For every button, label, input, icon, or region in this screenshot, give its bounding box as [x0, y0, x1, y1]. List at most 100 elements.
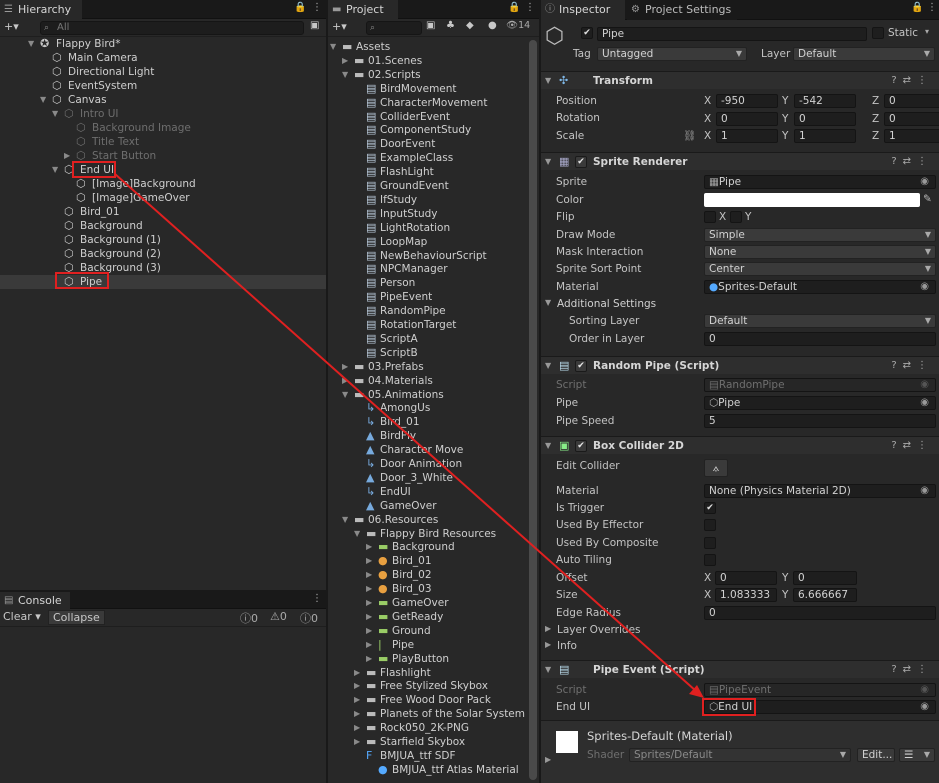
- warning-count[interactable]: ⚠0: [270, 610, 287, 623]
- object-name-field[interactable]: Pipe: [597, 27, 867, 41]
- tab-console[interactable]: ▤ Console: [0, 592, 70, 609]
- project-asset[interactable]: ▤ DoorEvent: [328, 137, 539, 151]
- size-x-field[interactable]: 1.083333: [715, 588, 777, 602]
- foldout-collapsed-icon[interactable]: ▶: [366, 596, 372, 610]
- project-folder[interactable]: ▶ ▬ Rock050_2K-PNG: [328, 721, 539, 735]
- rot-z-field[interactable]: 0: [884, 112, 939, 126]
- project-folder[interactable]: ▼ ▬ 02.Scripts: [328, 68, 539, 82]
- edit-shader-button[interactable]: Edit...: [857, 748, 895, 762]
- foldout-collapsed-icon[interactable]: ▶: [366, 652, 372, 666]
- foldout-expanded-icon[interactable]: ▼: [28, 37, 34, 51]
- component-controls[interactable]: ?⇄⋮: [891, 357, 933, 375]
- filter-icon[interactable]: ♣: [446, 20, 455, 31]
- component-controls[interactable]: ?⇄⋮: [891, 153, 933, 171]
- project-folder[interactable]: ▼ ▬ Assets: [328, 40, 539, 54]
- scale-x-field[interactable]: 1: [716, 129, 778, 143]
- is-trigger-checkbox[interactable]: ✔: [704, 502, 716, 514]
- hierarchy-item[interactable]: ⬡ Directional Light: [0, 65, 326, 79]
- project-asset[interactable]: ▶ ● Bird_03: [328, 582, 539, 596]
- flip-y-checkbox[interactable]: [730, 211, 742, 223]
- auto-tiling-checkbox[interactable]: [704, 554, 716, 566]
- foldout-collapsed-icon[interactable]: ▶: [342, 374, 348, 388]
- project-folder[interactable]: ▶ ▬ Planets of the Solar System 3: [328, 707, 539, 721]
- project-asset[interactable]: ▶ ● Bird_01: [328, 554, 539, 568]
- project-asset[interactable]: ▤ RandomPipe: [328, 304, 539, 318]
- foldout-expanded-icon[interactable]: ▼: [342, 68, 348, 82]
- project-asset[interactable]: ▶ ● Bird_02: [328, 568, 539, 582]
- collapse-button[interactable]: Collapse: [48, 610, 105, 625]
- hierarchy-item[interactable]: ⬡ Pipe: [0, 275, 326, 289]
- search-filter-icon[interactable]: ▣: [310, 20, 319, 31]
- component-controls[interactable]: ?⇄⋮: [891, 72, 933, 90]
- project-asset[interactable]: ▤ PipeEvent: [328, 290, 539, 304]
- project-folder[interactable]: ▶ ▬ 01.Scenes: [328, 54, 539, 68]
- hierarchy-item[interactable]: ⬡ [Image]GameOver: [0, 191, 326, 205]
- project-asset[interactable]: ▤ IfStudy: [328, 193, 539, 207]
- project-asset[interactable]: ▶ ▬ PlayButton: [328, 652, 539, 666]
- foldout-collapsed-icon[interactable]: ▶: [342, 360, 348, 374]
- hierarchy-item[interactable]: ▶ ⬡ Start Button: [0, 149, 326, 163]
- foldout-collapsed-icon[interactable]: ▶: [366, 554, 372, 568]
- enabled-checkbox[interactable]: ✔: [575, 156, 587, 168]
- project-asset[interactable]: ▤ ExampleClass: [328, 151, 539, 165]
- error-count[interactable]: ⓘ0: [300, 610, 318, 626]
- foldout-collapsed-icon[interactable]: ▶: [366, 568, 372, 582]
- hierarchy-item[interactable]: ⬡ Background Image: [0, 121, 326, 135]
- project-asset[interactable]: ▤ FlashLight: [328, 165, 539, 179]
- hierarchy-item[interactable]: ⬡ Title Text: [0, 135, 326, 149]
- foldout-collapsed-icon[interactable]: ▶: [354, 735, 360, 749]
- project-asset[interactable]: ▶ ▬ Background: [328, 540, 539, 554]
- object-picker-icon[interactable]: ◉: [920, 397, 929, 409]
- shader-dropdown[interactable]: Sprites/Default ▼: [629, 748, 851, 762]
- project-asset[interactable]: ▤ BirdMovement: [328, 82, 539, 96]
- project-asset[interactable]: ▤ Person: [328, 276, 539, 290]
- project-folder[interactable]: ▼ ▬ 06.Resources: [328, 513, 539, 527]
- log-count[interactable]: ⓘ0: [240, 610, 258, 626]
- offset-y-field[interactable]: 0: [793, 571, 857, 585]
- project-asset[interactable]: ▶ ▬ Ground: [328, 624, 539, 638]
- foldout-expanded-icon[interactable]: ▼: [52, 163, 58, 177]
- enabled-checkbox[interactable]: ✔: [575, 360, 587, 372]
- hierarchy-item[interactable]: ⬡ Main Camera: [0, 51, 326, 65]
- object-picker-icon[interactable]: ◉: [920, 176, 929, 188]
- project-asset[interactable]: ▤ ColliderEvent: [328, 110, 539, 124]
- project-asset[interactable]: ▤ RotationTarget: [328, 318, 539, 332]
- pos-z-field[interactable]: 0: [884, 94, 939, 108]
- foldout-collapsed-icon[interactable]: ▶: [354, 721, 360, 735]
- rot-x-field[interactable]: 0: [716, 112, 778, 126]
- project-asset[interactable]: ▲ GameOver: [328, 499, 539, 513]
- used-by-composite-checkbox[interactable]: [704, 537, 716, 549]
- tab-project[interactable]: ▬ Project: [328, 0, 398, 19]
- sort-point-dropdown[interactable]: Center ▼: [704, 262, 936, 276]
- foldout-expanded-icon[interactable]: ▼: [342, 513, 348, 527]
- foldout-collapsed-icon[interactable]: ▶: [366, 638, 372, 652]
- pos-x-field[interactable]: -950: [716, 94, 778, 108]
- collider-material-field[interactable]: None (Physics Material 2D) ◉: [704, 484, 936, 498]
- material-foldout-arrow-icon[interactable]: ▶: [545, 755, 551, 764]
- tab-project-settings[interactable]: ⚙ Project Settings: [627, 0, 737, 20]
- foldout-expanded-icon[interactable]: ▼: [342, 388, 348, 402]
- layer-dropdown[interactable]: Default ▼: [793, 47, 935, 61]
- component-controls[interactable]: ?⇄⋮: [891, 661, 933, 679]
- project-asset[interactable]: ↳ AmongUs: [328, 401, 539, 415]
- project-asset[interactable]: ▤ CharacterMovement: [328, 96, 539, 110]
- hierarchy-item[interactable]: ⬡ EventSystem: [0, 79, 326, 93]
- project-folder[interactable]: ▶ ▬ 04.Materials: [328, 374, 539, 388]
- project-asset[interactable]: ▶ ▬ GetReady: [328, 610, 539, 624]
- object-picker-icon[interactable]: ◉: [920, 485, 929, 497]
- foldout-collapsed-icon[interactable]: ▶: [354, 679, 360, 693]
- hierarchy-item[interactable]: ⬡ Background (3): [0, 261, 326, 275]
- box-collider-header[interactable]: ▼ ▣ ✔ Box Collider 2D ?⇄⋮: [541, 436, 939, 454]
- project-scrollbar[interactable]: [529, 40, 537, 780]
- sprite-renderer-header[interactable]: ▼ ▦ ✔ Sprite Renderer ?⇄⋮: [541, 152, 939, 170]
- hierarchy-item[interactable]: ⬡ [Image]Background: [0, 177, 326, 191]
- hierarchy-item[interactable]: ⬡ Background: [0, 219, 326, 233]
- foldout-expanded-icon[interactable]: ▼: [52, 107, 58, 121]
- shader-options-button[interactable]: ☰ ▼: [899, 748, 935, 762]
- foldout-collapsed-icon[interactable]: ▶: [366, 540, 372, 554]
- component-controls[interactable]: ?⇄⋮: [891, 437, 933, 455]
- additional-settings-arrow-icon[interactable]: ▼: [545, 298, 551, 307]
- project-more-icon[interactable]: ⋮: [525, 2, 535, 13]
- project-asset[interactable]: ▤ NewBehaviourScript: [328, 249, 539, 263]
- color-swatch[interactable]: [704, 193, 920, 207]
